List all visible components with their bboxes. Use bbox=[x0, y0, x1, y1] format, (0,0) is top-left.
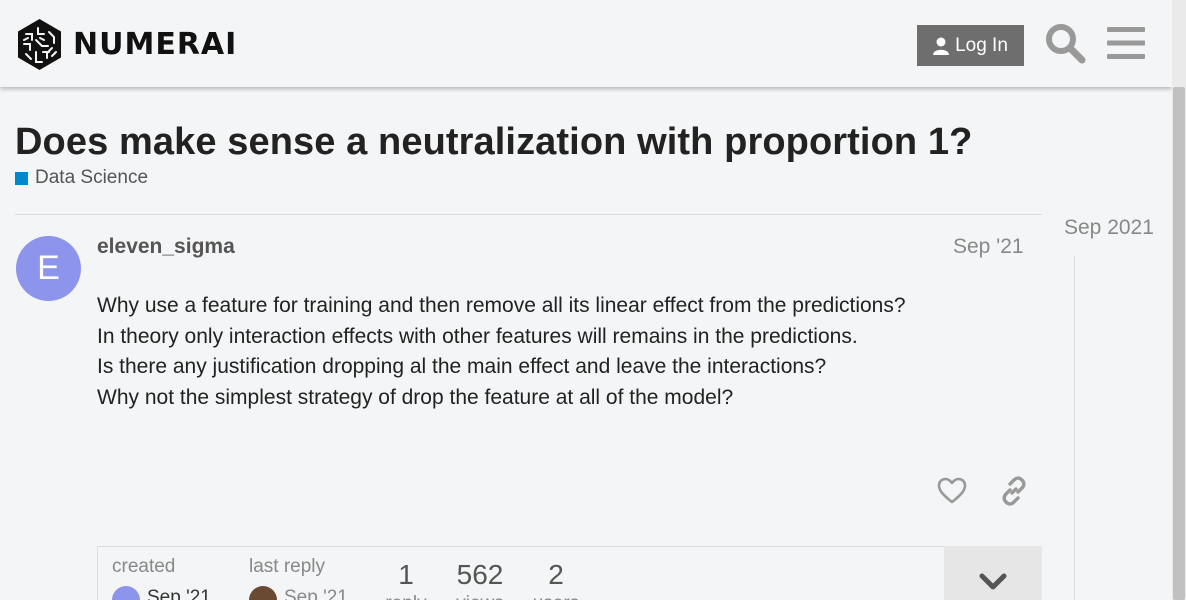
category-color-swatch bbox=[15, 171, 28, 185]
post-line: In theory only interaction effects with … bbox=[97, 324, 858, 348]
users-label: users bbox=[521, 593, 591, 600]
created-label: created bbox=[112, 556, 176, 577]
search-icon[interactable] bbox=[1044, 22, 1086, 64]
timeline-track[interactable] bbox=[1074, 256, 1075, 600]
heart-icon[interactable] bbox=[937, 476, 967, 506]
post-line: Why use a feature for training and then … bbox=[97, 294, 906, 317]
topic-title[interactable]: Does make sense a neutralization with pr… bbox=[15, 121, 972, 164]
created-date: Sep '21 bbox=[147, 587, 211, 600]
hamburger-menu-icon[interactable] bbox=[1107, 26, 1145, 60]
category-badge[interactable]: Data Science bbox=[15, 167, 148, 189]
views-count: 562 bbox=[456, 559, 504, 590]
timeline-date[interactable]: Sep 2021 bbox=[1064, 216, 1154, 240]
last-reply-avatar[interactable] bbox=[249, 586, 277, 600]
user-icon bbox=[933, 37, 950, 55]
post-line: Why not the simplest strategy of drop th… bbox=[97, 385, 734, 409]
last-reply-date: Sep '21 bbox=[284, 587, 348, 600]
login-button[interactable]: Log In bbox=[917, 25, 1024, 66]
avatar[interactable]: E bbox=[16, 236, 81, 301]
replies-label: reply bbox=[371, 593, 441, 600]
link-icon[interactable] bbox=[999, 476, 1029, 506]
replies-count: 1 bbox=[398, 559, 414, 590]
topic-map: created Sep '21 last reply Sep '21 1 rep… bbox=[97, 546, 1042, 600]
logo-text: NUMERAI bbox=[73, 27, 238, 62]
site-logo[interactable]: NUMERAI bbox=[16, 18, 237, 71]
site-header: NUMERAI Log In bbox=[0, 0, 1172, 87]
views-label: views bbox=[445, 593, 515, 600]
created-avatar[interactable] bbox=[112, 586, 140, 600]
last-reply-label: last reply bbox=[249, 556, 326, 577]
post-line: Is there any justification dropping al t… bbox=[97, 355, 827, 378]
title-divider bbox=[15, 214, 1042, 215]
login-button-label: Log In bbox=[955, 34, 1008, 56]
chevron-down-icon bbox=[979, 573, 1007, 590]
post-body: Why use a feature for training and then … bbox=[97, 291, 1027, 413]
users-count: 2 bbox=[548, 559, 564, 590]
numerai-logo-icon bbox=[18, 19, 61, 70]
post-username[interactable]: eleven_sigma bbox=[97, 235, 235, 259]
topic-map-expand-button[interactable] bbox=[944, 546, 1042, 600]
post-date[interactable]: Sep '21 bbox=[953, 235, 1024, 259]
scrollbar-thumb[interactable] bbox=[1173, 87, 1185, 600]
category-name: Data Science bbox=[35, 167, 149, 188]
